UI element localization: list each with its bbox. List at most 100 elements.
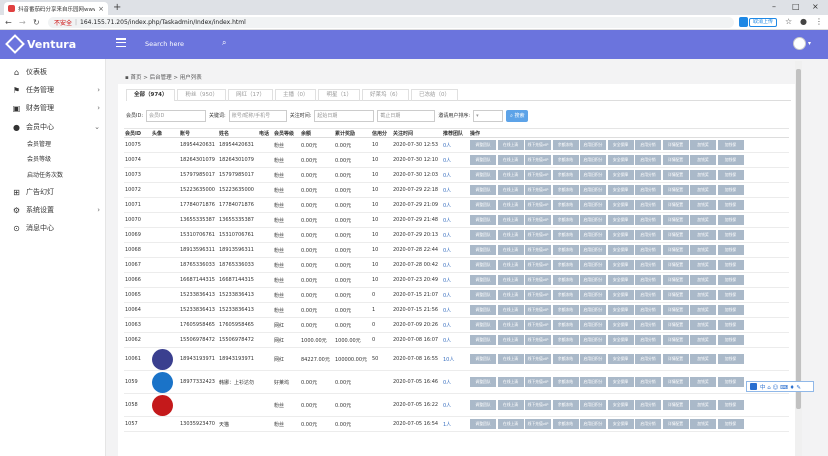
action-button[interactable]: 安全保障 bbox=[607, 275, 634, 285]
sidebar-subitem-member-level[interactable]: 会员等级 bbox=[27, 154, 51, 163]
action-button[interactable]: 线下充值vIP bbox=[525, 260, 551, 270]
action-button[interactable]: 线下充值vIP bbox=[525, 140, 551, 150]
action-button[interactable]: 线下充值vIP bbox=[525, 170, 551, 180]
action-button[interactable]: 加钱保 bbox=[717, 305, 744, 315]
action-button[interactable]: 加钱保 bbox=[717, 140, 744, 150]
action-button[interactable]: 安全保障 bbox=[607, 230, 634, 240]
action-button[interactable]: 余额冻结 bbox=[552, 215, 579, 225]
cell-team[interactable]: 0人 bbox=[442, 272, 469, 288]
action-button[interactable]: 余额冻结 bbox=[552, 335, 579, 345]
action-button[interactable]: 加钱奖 bbox=[690, 245, 716, 255]
action-button[interactable]: 安全保障 bbox=[607, 305, 634, 315]
cell-team[interactable]: 0人 bbox=[442, 302, 469, 318]
action-button[interactable]: 调整团队 bbox=[470, 185, 496, 195]
tab-influencer[interactable]: 网红（17） bbox=[227, 89, 273, 101]
action-button[interactable]: 加钱保 bbox=[717, 290, 744, 300]
action-button[interactable]: 线下充值vIP bbox=[525, 419, 551, 429]
search-button[interactable]: ⌕ 搜索 bbox=[506, 109, 529, 122]
close-tab-icon[interactable]: × bbox=[98, 5, 104, 13]
action-button[interactable]: 详情配置 bbox=[662, 170, 689, 180]
action-button[interactable]: 调整团队 bbox=[470, 275, 496, 285]
action-button[interactable]: 加钱奖 bbox=[690, 377, 716, 387]
action-button[interactable]: 余额冻结 bbox=[552, 400, 579, 410]
cell-team[interactable]: 10人 bbox=[442, 347, 469, 371]
action-button[interactable]: 详情配置 bbox=[662, 354, 689, 364]
cell-team[interactable]: 0人 bbox=[442, 332, 469, 348]
action-button[interactable]: 启用分销 bbox=[635, 170, 661, 180]
action-button[interactable]: 详情配置 bbox=[662, 200, 689, 210]
action-button[interactable]: 启用旧积分 bbox=[580, 320, 606, 330]
search-input[interactable]: Search here bbox=[145, 40, 184, 48]
action-button[interactable]: 加钱奖 bbox=[690, 185, 716, 195]
sidebar-item-dashboard[interactable]: ⌂ 仪表板 bbox=[12, 67, 100, 77]
action-button[interactable]: 加钱奖 bbox=[690, 155, 716, 165]
action-button[interactable]: 详情配置 bbox=[662, 305, 689, 315]
action-button[interactable]: 调整团队 bbox=[470, 305, 496, 315]
tab-hollywood[interactable]: 好莱坞（6） bbox=[361, 89, 409, 101]
action-button[interactable]: 加钱保 bbox=[717, 230, 744, 240]
action-button[interactable]: 安全保障 bbox=[607, 260, 634, 270]
action-button[interactable]: 加钱奖 bbox=[690, 305, 716, 315]
action-button[interactable]: 在线上清 bbox=[497, 200, 524, 210]
brand[interactable]: Ventura bbox=[5, 34, 76, 54]
action-button[interactable]: 安全保障 bbox=[607, 377, 634, 387]
sidebar-item-messages[interactable]: ⊙ 消息中心 bbox=[12, 223, 100, 233]
action-button[interactable]: 启用旧积分 bbox=[580, 155, 606, 165]
action-button[interactable]: 启用分销 bbox=[635, 275, 661, 285]
action-button[interactable]: 启用旧积分 bbox=[580, 354, 606, 364]
cell-team[interactable]: 0人 bbox=[442, 152, 469, 168]
action-button[interactable]: 启用旧积分 bbox=[580, 215, 606, 225]
reload-icon[interactable]: ↻ bbox=[33, 18, 40, 27]
action-button[interactable]: 余额冻结 bbox=[552, 260, 579, 270]
keyword-input[interactable]: 账号/昵称/手机号 bbox=[228, 109, 287, 122]
action-button[interactable]: 安全保障 bbox=[607, 155, 634, 165]
action-button[interactable]: 启用旧积分 bbox=[580, 400, 606, 410]
action-button[interactable]: 调整团队 bbox=[470, 400, 496, 410]
action-button[interactable]: 调整团队 bbox=[470, 260, 496, 270]
action-button[interactable]: 加钱保 bbox=[717, 155, 744, 165]
action-button[interactable]: 启用分销 bbox=[635, 377, 661, 387]
action-button[interactable]: 加钱保 bbox=[717, 185, 744, 195]
action-button[interactable]: 启用分销 bbox=[635, 215, 661, 225]
action-button[interactable]: 加钱保 bbox=[717, 400, 744, 410]
cell-team[interactable]: 0人 bbox=[442, 393, 469, 417]
action-button[interactable]: 加钱奖 bbox=[690, 320, 716, 330]
extension-icon[interactable] bbox=[739, 17, 748, 27]
action-button[interactable]: 在线上清 bbox=[497, 155, 524, 165]
action-button[interactable]: 详情配置 bbox=[662, 335, 689, 345]
tab-streamer[interactable]: 主播（0） bbox=[274, 89, 317, 101]
action-button[interactable]: 安全保障 bbox=[607, 290, 634, 300]
action-button[interactable]: 启用分销 bbox=[635, 354, 661, 364]
cell-team[interactable]: 0人 bbox=[442, 137, 469, 153]
action-button[interactable]: 在线上清 bbox=[497, 335, 524, 345]
action-button[interactable]: 启用旧积分 bbox=[580, 185, 606, 195]
action-button[interactable]: 启用分销 bbox=[635, 200, 661, 210]
action-button[interactable]: 加钱保 bbox=[717, 335, 744, 345]
action-button[interactable]: 启用旧积分 bbox=[580, 335, 606, 345]
tab-fans[interactable]: 粉丝（950） bbox=[177, 89, 226, 101]
action-button[interactable]: 启用旧积分 bbox=[580, 230, 606, 240]
action-button[interactable]: 启用旧积分 bbox=[580, 377, 606, 387]
action-button[interactable]: 调整团队 bbox=[470, 170, 496, 180]
action-button[interactable]: 启用分销 bbox=[635, 155, 661, 165]
action-button[interactable]: 余额冻结 bbox=[552, 200, 579, 210]
action-button[interactable]: 启用旧积分 bbox=[580, 305, 606, 315]
action-button[interactable]: 安全保障 bbox=[607, 335, 634, 345]
action-button[interactable]: 线下充值vIP bbox=[525, 245, 551, 255]
action-button[interactable]: 安全保障 bbox=[607, 140, 634, 150]
action-button[interactable]: 调整团队 bbox=[470, 335, 496, 345]
action-button[interactable]: 启用分销 bbox=[635, 140, 661, 150]
action-button[interactable]: 加钱奖 bbox=[690, 290, 716, 300]
action-button[interactable]: 在线上清 bbox=[497, 215, 524, 225]
action-button[interactable]: 启用旧积分 bbox=[580, 275, 606, 285]
action-button[interactable]: 在线上清 bbox=[497, 419, 524, 429]
action-button[interactable]: 线下充值vIP bbox=[525, 377, 551, 387]
action-button[interactable]: 调整团队 bbox=[470, 200, 496, 210]
action-button[interactable]: 详情配置 bbox=[662, 140, 689, 150]
action-button[interactable]: 启用分销 bbox=[635, 290, 661, 300]
action-button[interactable]: 线下充值vIP bbox=[525, 200, 551, 210]
profile-icon[interactable]: ● bbox=[800, 17, 807, 26]
action-button[interactable]: 安全保障 bbox=[607, 320, 634, 330]
hamburger-menu-icon[interactable] bbox=[116, 38, 126, 47]
action-button[interactable]: 调整团队 bbox=[470, 230, 496, 240]
